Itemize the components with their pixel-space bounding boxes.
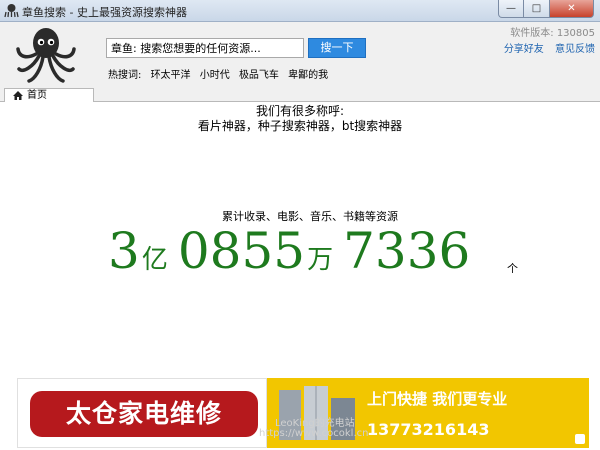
counter-rest-number: 7336 bbox=[343, 222, 471, 280]
banner-slogan: 上门快捷 我们更专业 bbox=[367, 390, 508, 408]
software-version: 软件版本: 130805 bbox=[510, 28, 595, 39]
window-title: 章鱼搜索 - 史上最强资源搜索神器 bbox=[22, 6, 187, 19]
hot-word[interactable]: 卑鄙的我 bbox=[288, 70, 328, 81]
intro-text: 我们有很多称呼: 看片神器，种子搜索神器，bt搜索神器 bbox=[0, 104, 600, 134]
hot-word[interactable]: 小时代 bbox=[200, 70, 230, 81]
paw-badge-icon bbox=[575, 434, 585, 444]
counter-wan-number: 0855 bbox=[177, 222, 306, 280]
close-button[interactable]: ✕ bbox=[550, 0, 594, 18]
main-content: 我们有很多称呼: 看片神器，种子搜索神器，bt搜索神器 累计收录、电影、音乐、书… bbox=[0, 102, 600, 450]
banner-title: 太仓家电维修 bbox=[30, 391, 258, 437]
title-bar: 章鱼搜索 - 史上最强资源搜索神器 — □ ✕ bbox=[0, 0, 600, 22]
share-friends-link[interactable]: 分享好友 bbox=[504, 44, 544, 55]
ad-banner[interactable]: 太仓家电维修 上门快捷 我们更专业 13773216143 LeoKing的充电… bbox=[17, 378, 589, 448]
feedback-link[interactable]: 意见反馈 bbox=[555, 44, 595, 55]
search-input[interactable] bbox=[106, 38, 304, 58]
counter-ge-unit: 个 bbox=[507, 262, 518, 275]
banner-phone: 13773216143 bbox=[367, 420, 490, 439]
minimize-button[interactable]: — bbox=[498, 0, 524, 18]
octopus-logo bbox=[16, 28, 76, 83]
tab-strip: 首页 bbox=[0, 88, 600, 103]
banner-left-panel: 太仓家电维修 bbox=[17, 378, 267, 448]
tab-home[interactable]: 首页 bbox=[4, 88, 94, 103]
intro-line-2: 看片神器，种子搜索神器，bt搜索神器 bbox=[197, 119, 403, 133]
maximize-button[interactable]: □ bbox=[524, 0, 550, 18]
header: 搜一下 热搜词: 环太平洋 小时代 极品飞车 卑鄙的我 软件版本: 130805… bbox=[0, 22, 600, 88]
hot-search-label: 热搜词: bbox=[108, 70, 142, 81]
hot-word[interactable]: 极品飞车 bbox=[239, 70, 279, 81]
search-button[interactable]: 搜一下 bbox=[308, 38, 366, 58]
resource-counter: 3亿 0855万 7336 bbox=[108, 222, 470, 282]
octopus-app-icon bbox=[4, 4, 19, 18]
watermark-url: https://www.cocokl.cn bbox=[259, 428, 369, 439]
home-icon bbox=[13, 91, 23, 100]
header-links: 分享好友 意见反馈 bbox=[496, 40, 595, 55]
counter-yi-number: 3 bbox=[108, 222, 140, 280]
tab-home-label: 首页 bbox=[27, 90, 47, 101]
window-controls: — □ ✕ bbox=[498, 0, 594, 18]
intro-line-1: 我们有很多称呼: bbox=[255, 104, 345, 118]
counter-yi-unit: 亿 bbox=[141, 245, 168, 275]
hot-word[interactable]: 环太平洋 bbox=[151, 70, 191, 81]
counter-wan-unit: 万 bbox=[307, 245, 334, 275]
hot-search-row: 热搜词: 环太平洋 小时代 极品飞车 卑鄙的我 bbox=[108, 66, 334, 81]
watermark-text: LeoKing的充电站 bbox=[275, 418, 355, 429]
